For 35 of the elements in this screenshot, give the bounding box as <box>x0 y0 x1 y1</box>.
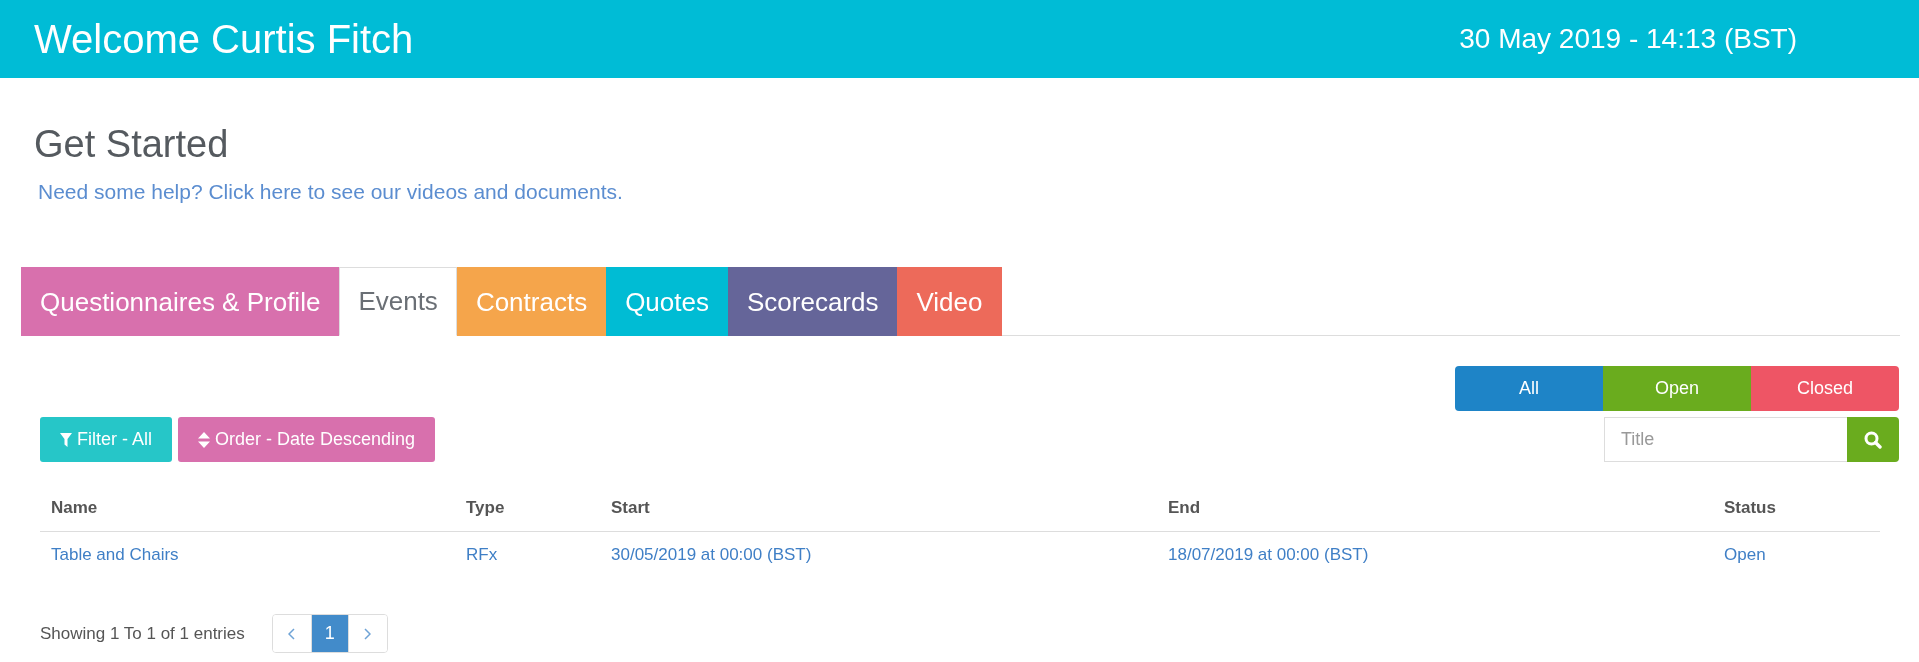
help-link[interactable]: Need some help? Click here to see our videos and documents. <box>38 178 623 205</box>
search-field[interactable]: Title <box>1604 417 1847 462</box>
column-header: Type <box>455 485 600 532</box>
filter-icon <box>60 432 72 447</box>
table-cell-link[interactable]: Open <box>1724 545 1766 564</box>
table-cell-link[interactable]: 18/07/2019 at 00:00 (BST) <box>1168 545 1369 564</box>
page-heading: Get Started <box>34 123 229 165</box>
tab[interactable]: Questionnaires & Profile <box>21 267 340 336</box>
tab[interactable]: Contracts <box>456 267 607 336</box>
status-filter-button[interactable]: All <box>1455 366 1603 411</box>
tab[interactable]: Video <box>897 267 1002 336</box>
table-cell-link[interactable]: RFx <box>466 545 498 564</box>
table-cell-link[interactable]: Table and Chairs <box>51 545 179 564</box>
table-cell-link[interactable]: 30/05/2019 at 00:00 (BST) <box>611 545 812 564</box>
sort-icon <box>198 431 210 448</box>
date-time: 30 May 2019 - 14:13 (BST) <box>1459 23 1797 55</box>
order-button[interactable]: Order - Date Descending <box>178 417 436 462</box>
next-page-button[interactable] <box>347 615 387 652</box>
search-icon <box>1864 430 1882 449</box>
column-header: Name <box>40 485 455 532</box>
search-button[interactable] <box>1847 417 1899 462</box>
chevron-left-icon <box>288 627 296 640</box>
chevron-right-icon <box>364 627 372 640</box>
column-header: Status <box>1713 485 1880 532</box>
column-header: Start <box>600 485 1157 532</box>
filter-button[interactable]: Filter - All <box>40 417 172 462</box>
page-button[interactable]: 1 <box>311 615 348 652</box>
tab[interactable]: Scorecards <box>727 267 898 336</box>
tab[interactable]: Quotes <box>606 267 728 336</box>
welcome-title: Welcome Curtis Fitch <box>34 17 414 61</box>
entries-summary: Showing 1 To 1 of 1 entries <box>40 623 245 644</box>
status-filter-button[interactable]: Open <box>1603 366 1751 411</box>
column-header: End <box>1157 485 1713 532</box>
status-filter-button[interactable]: Closed <box>1751 366 1899 411</box>
tab[interactable]: Events <box>339 267 457 336</box>
